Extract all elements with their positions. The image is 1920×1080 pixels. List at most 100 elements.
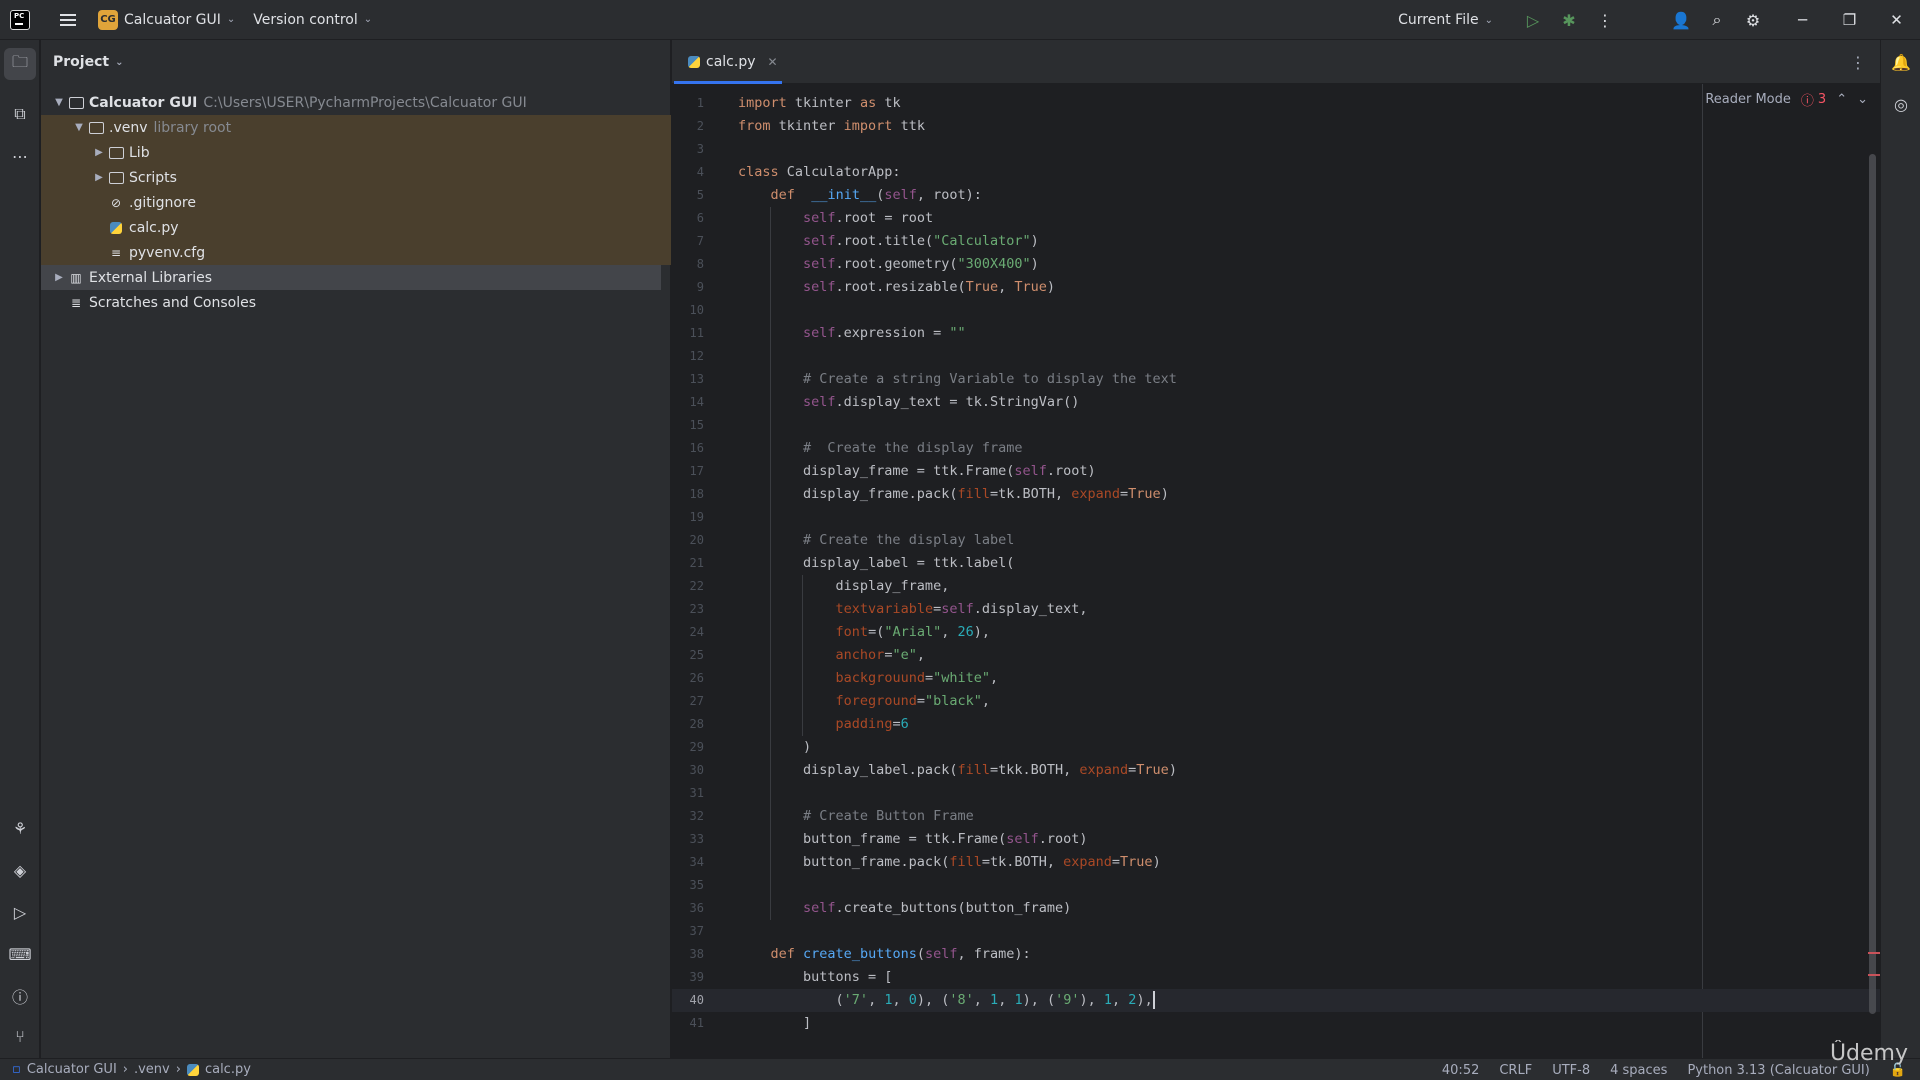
tab-calc-py[interactable]: calc.py ✕ <box>674 40 782 84</box>
code-line[interactable]: 29 ) <box>672 736 1880 759</box>
more-tools-button[interactable]: ⋯ <box>4 140 36 172</box>
tree-item-calc-py[interactable]: calc.py <box>41 215 671 240</box>
debug-button[interactable]: ✱ <box>1551 0 1587 40</box>
code-line[interactable]: 36 self.create_buttons(button_frame) <box>672 897 1880 920</box>
tree-item-external-libraries[interactable]: ▶ ▥ External Libraries <box>41 265 661 290</box>
main-menu-button[interactable] <box>48 0 88 40</box>
code-line[interactable]: 38 def create_buttons(self, frame): <box>672 943 1880 966</box>
code-line[interactable]: 10 <box>672 299 1880 322</box>
project-tool-button[interactable]: 🗀 <box>4 48 36 80</box>
more-actions-button[interactable]: ⋮ <box>1587 0 1623 40</box>
code-line[interactable]: 4 class CalculatorApp: <box>672 161 1880 184</box>
tab-options-button[interactable]: ⋮ <box>1850 40 1866 84</box>
error-stripe-mark[interactable] <box>1868 974 1880 976</box>
structure-tool-button[interactable]: ⧉ <box>4 98 36 130</box>
run-config-selector[interactable]: Current File ⌄ <box>1398 12 1493 28</box>
code-line[interactable]: 35 <box>672 874 1880 897</box>
code-line[interactable]: 6 self.root = root <box>672 207 1880 230</box>
code-line[interactable]: 12 <box>672 345 1880 368</box>
restore-button[interactable]: ❐ <box>1826 0 1873 40</box>
project-panel-header[interactable]: Project ⌄ <box>41 40 670 84</box>
run-button[interactable]: ▷ <box>1515 0 1551 40</box>
vertical-scrollbar[interactable] <box>1869 154 1876 1014</box>
close-window-button[interactable]: ✕ <box>1873 0 1920 40</box>
code-line[interactable]: 5 def __init__(self, root): <box>672 184 1880 207</box>
tree-item-lib[interactable]: ▶ Lib <box>41 140 671 165</box>
close-tab-icon[interactable]: ✕ <box>768 55 778 69</box>
code-line[interactable]: 40 ('7', 1, 0), ('8', 1, 1), ('9'), 1, 2… <box>672 989 1880 1012</box>
tree-item-project-root[interactable]: ▼ Calcuator GUI C:\Users\USER\PycharmPro… <box>41 90 671 115</box>
code-line[interactable]: 39 buttons = [ <box>672 966 1880 989</box>
code-line[interactable]: 20 # Create the display label <box>672 529 1880 552</box>
code-line[interactable]: 1 import tkinter as tk <box>672 92 1880 115</box>
chevron-right-icon[interactable]: ▶ <box>91 147 107 158</box>
code-line[interactable]: 9 self.root.resizable(True, True) <box>672 276 1880 299</box>
chevron-down-icon[interactable]: ▼ <box>71 122 87 133</box>
chevron-down-icon[interactable]: ▼ <box>51 97 67 108</box>
breadcrumb-item[interactable]: .venv <box>134 1062 170 1077</box>
project-widget[interactable]: CG Calcuator GUI ⌄ <box>98 9 235 30</box>
code-line[interactable]: 34 button_frame.pack(fill=tk.BOTH, expan… <box>672 851 1880 874</box>
chevron-right-icon[interactable]: ▶ <box>51 272 67 283</box>
ai-assistant-button[interactable]: ◎ <box>1885 88 1917 120</box>
settings-button[interactable]: ⚙ <box>1735 0 1771 40</box>
reader-mode-toggle[interactable]: Reader Mode <box>1705 92 1791 107</box>
minimize-button[interactable]: ─ <box>1779 0 1826 40</box>
tree-item-pyvenv-cfg[interactable]: ≡ pyvenv.cfg <box>41 240 671 265</box>
search-everywhere-button[interactable]: ⌕ <box>1699 0 1735 40</box>
python-console-button[interactable]: ⚘ <box>4 812 36 844</box>
code-line[interactable]: 17 display_frame = ttk.Frame(self.root) <box>672 460 1880 483</box>
code-line[interactable]: 11 self.expression = "" <box>672 322 1880 345</box>
code-line[interactable]: 7 self.root.title("Calculator") <box>672 230 1880 253</box>
code-line[interactable]: 19 <box>672 506 1880 529</box>
code-line[interactable]: 3 <box>672 138 1880 161</box>
terminal-button[interactable]: ⌨ <box>4 938 36 970</box>
code-line[interactable]: 32 # Create Button Frame <box>672 805 1880 828</box>
code-line[interactable]: 14 self.display_text = tk.StringVar() <box>672 391 1880 414</box>
code-line[interactable]: 26 backgrouund="white", <box>672 667 1880 690</box>
tree-item-scripts[interactable]: ▶ Scripts <box>41 165 671 190</box>
tree-item-venv[interactable]: ▼ .venv library root <box>41 115 671 140</box>
breadcrumb-item[interactable]: calc.py <box>205 1062 251 1077</box>
code-line[interactable]: 30 display_label.pack(fill=tkk.BOTH, exp… <box>672 759 1880 782</box>
chevron-up-icon[interactable]: ⌃ <box>1836 92 1847 107</box>
code-line[interactable]: 16 # Create the display frame <box>672 437 1880 460</box>
code-line[interactable]: 33 button_frame = ttk.Frame(self.root) <box>672 828 1880 851</box>
code-line[interactable]: 21 display_label = ttk.label( <box>672 552 1880 575</box>
problems-button[interactable]: ⓘ <box>4 980 36 1012</box>
python-file-icon <box>688 56 700 68</box>
code-editor[interactable]: 1 import tkinter as tk 2 from tkinter impor… <box>672 84 1880 1058</box>
tree-item-scratches[interactable]: ≣ Scratches and Consoles <box>41 290 671 315</box>
indent-setting[interactable]: 4 spaces <box>1610 1063 1667 1078</box>
code-line[interactable]: 8 self.root.geometry("300X400") <box>672 253 1880 276</box>
code-line[interactable]: 24 font=("Arial", 26), <box>672 621 1880 644</box>
chevron-right-icon[interactable]: ▶ <box>91 172 107 183</box>
code-line[interactable]: 25 anchor="e", <box>672 644 1880 667</box>
version-control-widget[interactable]: Version control ⌄ <box>253 12 372 28</box>
code-line[interactable]: 27 foreground="black", <box>672 690 1880 713</box>
line-separator[interactable]: CRLF <box>1499 1063 1532 1078</box>
chevron-down-icon[interactable]: ⌄ <box>1857 92 1868 107</box>
tree-item-gitignore[interactable]: ⊘ .gitignore <box>41 190 671 215</box>
code-line[interactable]: 2 from tkinter import ttk <box>672 115 1880 138</box>
version-control-tool-button[interactable]: ⑂ <box>4 1020 36 1052</box>
caret-position[interactable]: 40:52 <box>1442 1063 1479 1078</box>
file-encoding[interactable]: UTF-8 <box>1552 1063 1590 1078</box>
code-line[interactable]: 37 <box>672 920 1880 943</box>
code-line[interactable]: 18 display_frame.pack(fill=tk.BOTH, expa… <box>672 483 1880 506</box>
code-with-me-button[interactable]: 👤 <box>1663 0 1699 40</box>
code-line[interactable]: 22 display_frame, <box>672 575 1880 598</box>
code-line[interactable]: 41 ] <box>672 1012 1880 1035</box>
python-packages-button[interactable]: ◈ <box>4 854 36 886</box>
services-button[interactable]: ▷ <box>4 896 36 928</box>
error-count-badge[interactable]: ⓘ 3 <box>1801 90 1826 109</box>
error-stripe-mark[interactable] <box>1868 952 1880 954</box>
code-line[interactable]: 15 <box>672 414 1880 437</box>
code-line[interactable]: 31 <box>672 782 1880 805</box>
breadcrumb-item[interactable]: Calcuator GUI <box>27 1062 117 1077</box>
code-line[interactable]: 28 padding=6 <box>672 713 1880 736</box>
notifications-button[interactable]: 🔔 <box>1885 46 1917 78</box>
line-number: 35 <box>689 878 704 892</box>
code-line[interactable]: 23 textvariable=self.display_text, <box>672 598 1880 621</box>
code-line[interactable]: 13 # Create a string Variable to display… <box>672 368 1880 391</box>
